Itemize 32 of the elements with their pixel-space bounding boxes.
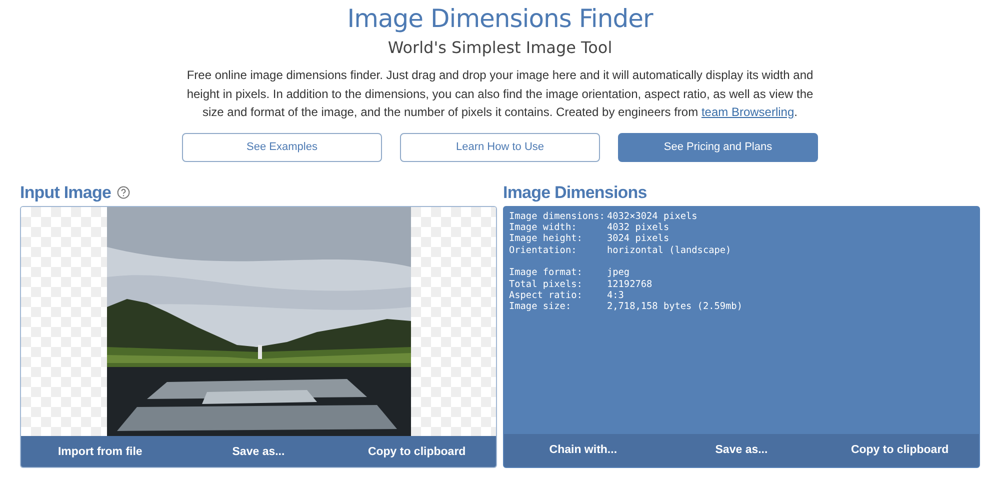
- output-value: 12192768: [607, 278, 652, 290]
- output-value: 2,718,158 bytes (2.59mb): [607, 301, 742, 313]
- output-label: Total pixels:: [509, 278, 584, 290]
- output-label: Image dimensions:: [509, 210, 606, 222]
- output-label: Image size:: [509, 301, 572, 313]
- page-title: Image Dimensions Finder: [347, 5, 653, 33]
- panel-title: Input Image: [20, 182, 111, 202]
- browserling-link[interactable]: team Browserling: [701, 105, 794, 119]
- nav-button[interactable]: Learn How to Use: [400, 132, 600, 162]
- action-button[interactable]: Import from file: [21, 436, 180, 466]
- output-value: horizontal (landscape): [607, 244, 732, 256]
- help-icon[interactable]: [117, 186, 130, 199]
- action-button[interactable]: Copy to clipboard: [338, 436, 496, 466]
- output-label: Aspect ratio:: [509, 290, 584, 302]
- output-value: 4032 pixels: [607, 222, 670, 234]
- action-button[interactable]: Copy to clipboard: [820, 434, 979, 466]
- description-text: Free online image dimensions finder. Just drag and drop your image here and it will automatically display its width and height in pixels. In addition to the dimensions, you can also find the image orientation, aspect ratio, as well as view the size and format of the image, and the number of pixels it contains. Created by engineers from team Browserling.: [186, 67, 814, 121]
- output-label: Image format:: [509, 267, 584, 279]
- output-label: Image height:: [509, 233, 584, 245]
- output-value: 4:3: [607, 290, 624, 302]
- nav-button[interactable]: See Examples: [182, 132, 382, 162]
- output-label: Orientation:: [509, 244, 578, 256]
- output-value: 4032×3024 pixels: [607, 210, 698, 222]
- output-label: Image width:: [509, 222, 578, 234]
- action-button[interactable]: Chain with...: [504, 434, 662, 466]
- nav-button[interactable]: See Pricing and Plans: [618, 132, 818, 162]
- panel-title: Image Dimensions: [503, 182, 647, 202]
- output-value: jpeg: [607, 267, 630, 279]
- page-subtitle: World's Simplest Image Tool: [388, 38, 612, 58]
- action-button[interactable]: Save as...: [662, 434, 821, 466]
- action-button[interactable]: Save as...: [179, 436, 338, 466]
- output-value: 3024 pixels: [607, 233, 670, 245]
